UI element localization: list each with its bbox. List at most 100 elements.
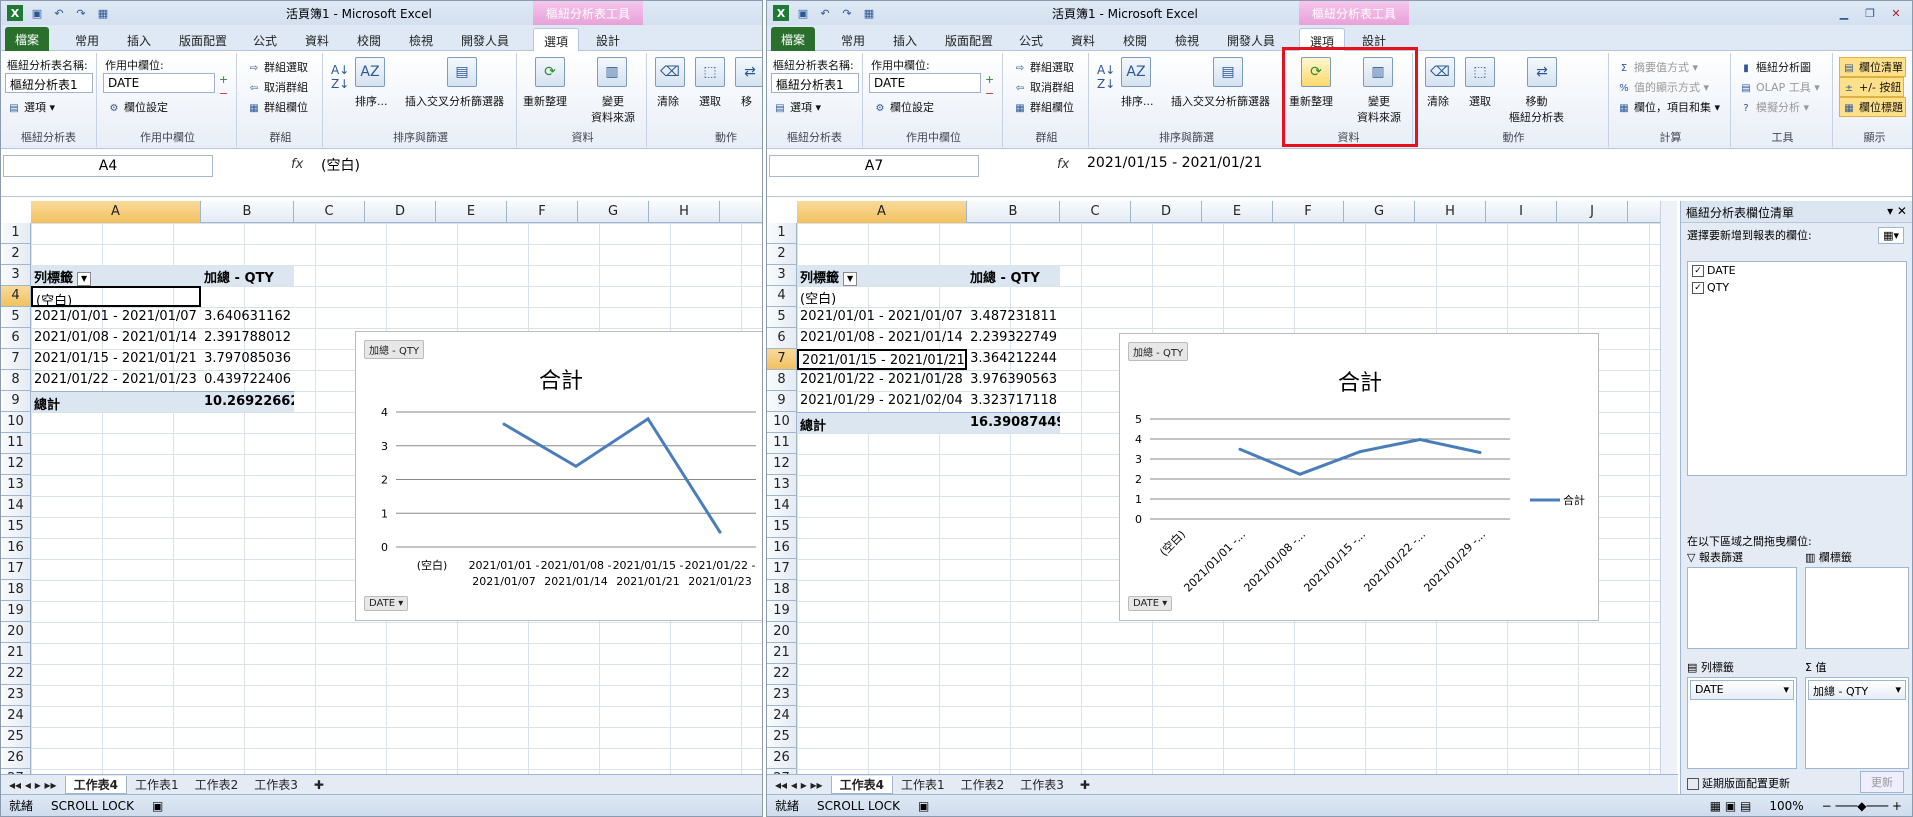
expand-field-icon[interactable]: +	[219, 73, 228, 86]
field-checkbox-qty[interactable]: ✓ QTY	[1688, 279, 1906, 296]
data-point[interactable]	[1298, 472, 1302, 476]
tab-data[interactable]: 資料	[295, 28, 339, 51]
row-header[interactable]: 21	[767, 643, 796, 664]
refresh-button[interactable]: 重新整理	[523, 93, 567, 109]
pivot-row-value[interactable]: 3.487231811	[967, 307, 1060, 328]
collapse-field-icon[interactable]: −	[985, 87, 994, 100]
sort-az-icon[interactable]: A↓ Z↓	[1097, 63, 1115, 91]
pivot-row-label[interactable]: (空白)	[31, 286, 201, 307]
pivot-row-label[interactable]: 2021/01/08 - 2021/01/14	[797, 328, 967, 349]
select-icon[interactable]: ⬚	[695, 57, 725, 87]
row-header[interactable]: 26	[767, 748, 796, 769]
group-selection-button[interactable]: ⇨ 群組選取	[247, 59, 308, 75]
ungroup-button[interactable]: ⇦ 取消群組	[1013, 79, 1074, 95]
row-header[interactable]: 23	[767, 685, 796, 706]
redo-icon[interactable]: ↷	[839, 5, 855, 21]
pivot-chart[interactable]: 合計 0 1 2 3 4 (空白) 2021/01/01 -2021/01/07 2021/01…	[355, 331, 762, 621]
table-icon[interactable]: ▦	[861, 5, 877, 21]
view-buttons-icon[interactable]: ▦ ▣ ▤	[1710, 799, 1752, 813]
expand-field-icon[interactable]: +	[985, 73, 994, 86]
row-header[interactable]: 24	[767, 706, 796, 727]
sort-icon[interactable]: AZ	[355, 57, 385, 87]
restore-icon[interactable]: ❐	[1862, 5, 1878, 21]
pivot-row-label[interactable]: (空白)	[797, 286, 967, 307]
row-header[interactable]: 15	[1, 517, 30, 538]
row-header[interactable]: 25	[1, 727, 30, 748]
tab-data[interactable]: 資料	[1061, 28, 1105, 51]
pt-name-input[interactable]: 樞紐分析表1	[771, 73, 859, 93]
row-header[interactable]: 11	[1, 433, 30, 454]
row-header[interactable]: 20	[1, 622, 30, 643]
move-pivot-icon[interactable]: ⇄	[1527, 57, 1557, 87]
sheet-nav-icon[interactable]: ◂◂ ◂ ▸ ▸▸	[1, 778, 65, 792]
pivot-row-label[interactable]: 2021/01/15 - 2021/01/21	[797, 349, 967, 370]
sheet-tab[interactable]: 工作表4	[830, 775, 893, 794]
chart-value-field-button[interactable]: 加總 - QTY	[364, 340, 425, 359]
data-point[interactable]	[574, 464, 578, 468]
options-button[interactable]: ▤ 選項 ▾	[7, 99, 55, 115]
row-header[interactable]: 2	[767, 244, 796, 265]
active-field-input[interactable]: DATE	[103, 73, 215, 93]
column-header[interactable]: J	[1557, 201, 1628, 223]
value-field-pill[interactable]: 加總 - QTY ▾	[1808, 680, 1906, 700]
column-labels-area[interactable]	[1805, 567, 1909, 649]
row-header[interactable]: 9	[767, 391, 796, 412]
redo-icon[interactable]: ↷	[73, 5, 89, 21]
column-header[interactable]: G	[1344, 201, 1415, 223]
formula-input[interactable]: 2021/01/15 - 2021/01/21	[1087, 155, 1262, 171]
row-header[interactable]: 9	[1, 391, 30, 412]
row-header[interactable]: 6	[767, 328, 796, 349]
layout-options-icon[interactable]: ▦▾	[1878, 227, 1904, 244]
active-field-input[interactable]: DATE	[869, 73, 981, 93]
column-header[interactable]: D	[365, 201, 436, 223]
column-header[interactable]: D	[1131, 201, 1202, 223]
olap-tools-button[interactable]: ▤ OLAP 工具 ▾	[1739, 79, 1819, 95]
row-header[interactable]: 2	[1, 244, 30, 265]
sheet-nav-icon[interactable]: ◂◂ ◂ ▸ ▸▸	[767, 778, 831, 792]
row-header[interactable]: 22	[767, 664, 796, 685]
pivot-row-label[interactable]: 2021/01/01 - 2021/01/07	[31, 307, 201, 328]
row-header[interactable]: 13	[1, 475, 30, 496]
clear-button[interactable]: 清除	[657, 93, 679, 109]
filter-dropdown-icon[interactable]: ▼	[77, 271, 92, 286]
chart-axis-field-button[interactable]: DATE ▾	[364, 596, 409, 611]
column-header[interactable]: F	[507, 201, 578, 223]
save-icon[interactable]: ▣	[29, 5, 45, 21]
row-header[interactable]: 6	[1, 328, 30, 349]
tab-formulas[interactable]: 公式	[243, 28, 287, 51]
column-header[interactable]: C	[1060, 201, 1131, 223]
tab-formulas[interactable]: 公式	[1009, 28, 1053, 51]
row-header[interactable]: 14	[1, 496, 30, 517]
summarize-values-button[interactable]: Σ 摘要值方式 ▾	[1617, 59, 1698, 75]
column-header[interactable]: H	[649, 201, 720, 223]
pivot-row-label[interactable]: 2021/01/22 - 2021/01/28	[797, 370, 967, 391]
collapse-field-icon[interactable]: −	[219, 87, 228, 100]
row-header[interactable]: 25	[767, 727, 796, 748]
pivot-row-value[interactable]: 0.439722406	[201, 370, 294, 391]
pivot-row-value[interactable]	[201, 286, 294, 307]
row-header[interactable]: 15	[767, 517, 796, 538]
undo-icon[interactable]: ↶	[51, 5, 67, 21]
row-header[interactable]: 1	[1, 223, 30, 244]
sheet-tab[interactable]: 工作表3	[246, 776, 306, 793]
series-line[interactable]	[1239, 437, 1481, 476]
slicer-icon[interactable]: ▤	[447, 57, 477, 87]
save-icon[interactable]: ▣	[795, 5, 811, 21]
pivot-chart[interactable]: 合計 0 1 2 3 4 5 (空白) 2021/01/01 -... 2021/01/08 -.…	[1119, 333, 1599, 621]
insert-slicer-button[interactable]: 插入交叉分析篩選器	[405, 93, 504, 109]
move-button[interactable]: 移	[741, 93, 752, 109]
fields-items-sets-button[interactable]: ▦ 欄位，項目和集 ▾	[1617, 99, 1720, 115]
vertical-scrollbar[interactable]	[1660, 201, 1677, 775]
field-checkbox-date[interactable]: ✓ DATE	[1688, 262, 1906, 279]
tab-insert[interactable]: 插入	[117, 28, 161, 51]
data-point[interactable]	[1478, 451, 1482, 455]
options-button[interactable]: ▤ 選項 ▾	[773, 99, 821, 115]
undo-icon[interactable]: ↶	[817, 5, 833, 21]
row-header[interactable]: 22	[1, 664, 30, 685]
fx-icon[interactable]: fx	[291, 157, 303, 172]
new-sheet-icon[interactable]: ✚	[306, 778, 332, 792]
data-point[interactable]	[502, 422, 506, 426]
defer-update-checkbox[interactable]: 延期版面配置更新	[1687, 775, 1790, 791]
sort-az-icon[interactable]: A↓ Z↓	[331, 63, 349, 91]
column-header[interactable]: B	[967, 201, 1060, 223]
